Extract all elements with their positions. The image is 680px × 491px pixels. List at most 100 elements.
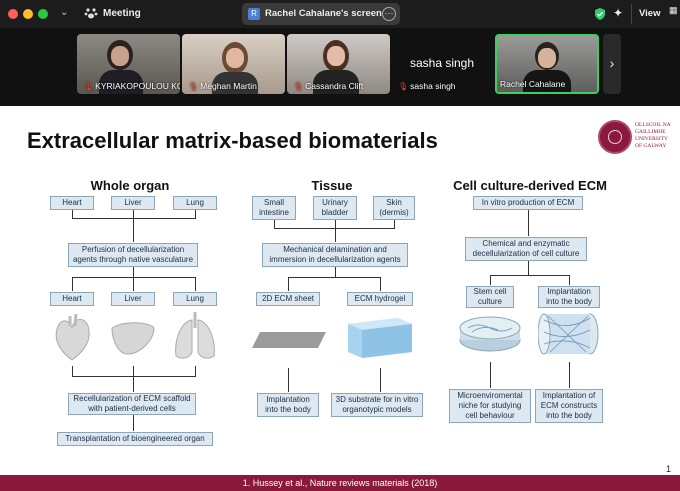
connector-line — [380, 277, 381, 291]
share-label: Rachel Cahalane's screen — [265, 8, 382, 19]
box-implantation-constructs: Implantation of ECM constructs into the … — [535, 389, 603, 423]
participant-face — [327, 46, 345, 66]
connector-line — [72, 277, 73, 291]
connector-line — [72, 376, 196, 377]
participant-name: Rachel Cahalane — [500, 79, 566, 89]
slide-title: Extracellular matrix-based biomaterials — [27, 128, 438, 153]
ecm-hydrogel-illustration — [346, 312, 414, 360]
chevron-down-icon[interactable]: ⌄ — [60, 7, 68, 18]
participant-face — [226, 48, 244, 68]
window-minimize-button[interactable] — [23, 9, 33, 19]
screen-share-indicator[interactable]: R Rachel Cahalane's screen ··· — [242, 3, 400, 25]
participant-tile[interactable]: 🎙KYRIAKOPOULOU KO... — [77, 34, 180, 94]
box-liver-decell: Liver — [111, 292, 155, 306]
next-participants-button[interactable]: › — [603, 34, 621, 94]
participant-tile[interactable]: 🎙 Cassandra Clift — [287, 34, 390, 94]
participant-name: 🎙 sasha singh — [398, 81, 456, 91]
connector-line — [335, 267, 336, 277]
connector-line — [133, 366, 134, 376]
connector-line — [274, 228, 395, 229]
ecm-construct-illustration — [537, 312, 600, 356]
column-heading-whole-organ: Whole organ — [90, 178, 170, 193]
slide-footer: 1. Hussey et al., Nature reviews materia… — [0, 475, 680, 491]
muted-mic-icon: 🎙 — [83, 82, 94, 91]
participant-tile-active[interactable]: Rachel Cahalane — [495, 34, 599, 94]
shield-check-icon[interactable] — [593, 7, 607, 21]
connector-line — [133, 277, 134, 291]
connector-line — [72, 277, 196, 278]
window-close-button[interactable] — [8, 9, 18, 19]
box-perfusion: Perfusion of decellularization agents th… — [68, 243, 198, 267]
connector-line — [72, 366, 73, 376]
connector-line — [133, 267, 134, 277]
box-implantation-tissue: Implantation into the body — [257, 393, 319, 417]
connector-line — [288, 368, 289, 392]
window-maximize-button[interactable] — [38, 9, 48, 19]
participant-name: 🎙 Meghan Martin — [188, 81, 257, 91]
ecm-sheet-illustration — [252, 328, 326, 352]
citation: 1. Hussey et al., Nature reviews materia… — [242, 478, 438, 488]
lung-illustration — [172, 312, 218, 362]
box-small-intestine: Small intestine — [252, 196, 296, 220]
connector-line — [133, 415, 134, 431]
slide-page-number: 1 — [666, 464, 672, 474]
participant-face — [538, 48, 556, 68]
heart-illustration — [52, 312, 92, 362]
box-lung-decell: Lung — [173, 292, 217, 306]
connector-line — [490, 362, 491, 388]
box-ecm-hydrogel: ECM hydrogel — [347, 292, 413, 306]
box-urinary-bladder: Urinary bladder — [313, 196, 357, 220]
university-seal-icon — [598, 120, 632, 154]
view-label: View — [639, 8, 661, 19]
box-stem-cell-culture: Stem cell culture — [466, 286, 514, 308]
connector-line — [569, 362, 570, 388]
connector-line — [394, 220, 395, 228]
connector-line — [274, 220, 275, 228]
connector-line — [72, 218, 196, 219]
box-3d-substrate: 3D substrate for in vitro organotypic mo… — [331, 393, 423, 417]
box-in-vitro-production: In vitro production of ECM — [473, 196, 583, 210]
participant-strip: 🎙KYRIAKOPOULOU KO... 🎙Meghan Martin 🎙Cas… — [0, 28, 680, 106]
share-avatar: R — [248, 8, 260, 20]
grid-icon: ▦ — [669, 5, 677, 15]
more-options-icon[interactable]: ··· — [382, 7, 396, 21]
box-skin-dermis: Skin (dermis) — [373, 196, 415, 220]
connector-line — [195, 366, 196, 376]
view-button[interactable]: View ▦ — [639, 5, 679, 23]
meeting-toolbar: ⌄ Meeting R Rachel Cahalane's screen ···… — [0, 0, 680, 28]
connector-line — [288, 277, 380, 278]
paw-icon — [84, 6, 98, 20]
connector-line — [133, 210, 134, 242]
participant-tile[interactable]: sasha singh 🎙 sasha singh — [392, 34, 492, 94]
connector-line — [72, 210, 73, 218]
box-liver: Liver — [111, 196, 155, 210]
participant-face — [111, 46, 129, 66]
participant-name: 🎙KYRIAKOPOULOU KO... — [83, 81, 180, 91]
column-heading-tissue: Tissue — [311, 178, 353, 193]
connector-line — [528, 210, 529, 236]
petri-dish-illustration — [458, 314, 522, 354]
connector-line — [380, 368, 381, 392]
box-implantation-culture: Implantation into the body — [538, 286, 600, 308]
connector-line — [528, 261, 529, 275]
connector-line — [195, 210, 196, 218]
liver-illustration — [110, 320, 156, 356]
muted-mic-icon: 🎙 — [398, 82, 409, 91]
connector-line — [195, 277, 196, 291]
box-recellularization: Recellularization of ECM scaffold with p… — [68, 393, 196, 415]
box-heart: Heart — [50, 196, 94, 210]
participant-placeholder-name: sasha singh — [409, 56, 475, 70]
box-chemical-decellularization: Chemical and enzymatic decellularization… — [465, 237, 587, 261]
box-lung: Lung — [173, 196, 217, 210]
participant-tile[interactable]: 🎙 Meghan Martin — [182, 34, 285, 94]
university-logo-text: OLLSCOIL NA GAILLIMHE UNIVERSITY OF GALWAY — [635, 122, 671, 149]
box-mechanical-delamination: Mechanical delamination and immersion in… — [262, 243, 408, 267]
muted-mic-icon: 🎙 — [188, 82, 199, 91]
column-heading-cell-culture: Cell culture-derived ECM — [453, 178, 607, 193]
connector-line — [288, 277, 289, 291]
connector-line — [335, 220, 336, 242]
connector-line — [569, 275, 570, 285]
box-heart-decell: Heart — [50, 292, 94, 306]
sparkle-icon[interactable]: ✦ — [613, 6, 623, 20]
participant-name: 🎙 Cassandra Clift — [293, 81, 364, 91]
